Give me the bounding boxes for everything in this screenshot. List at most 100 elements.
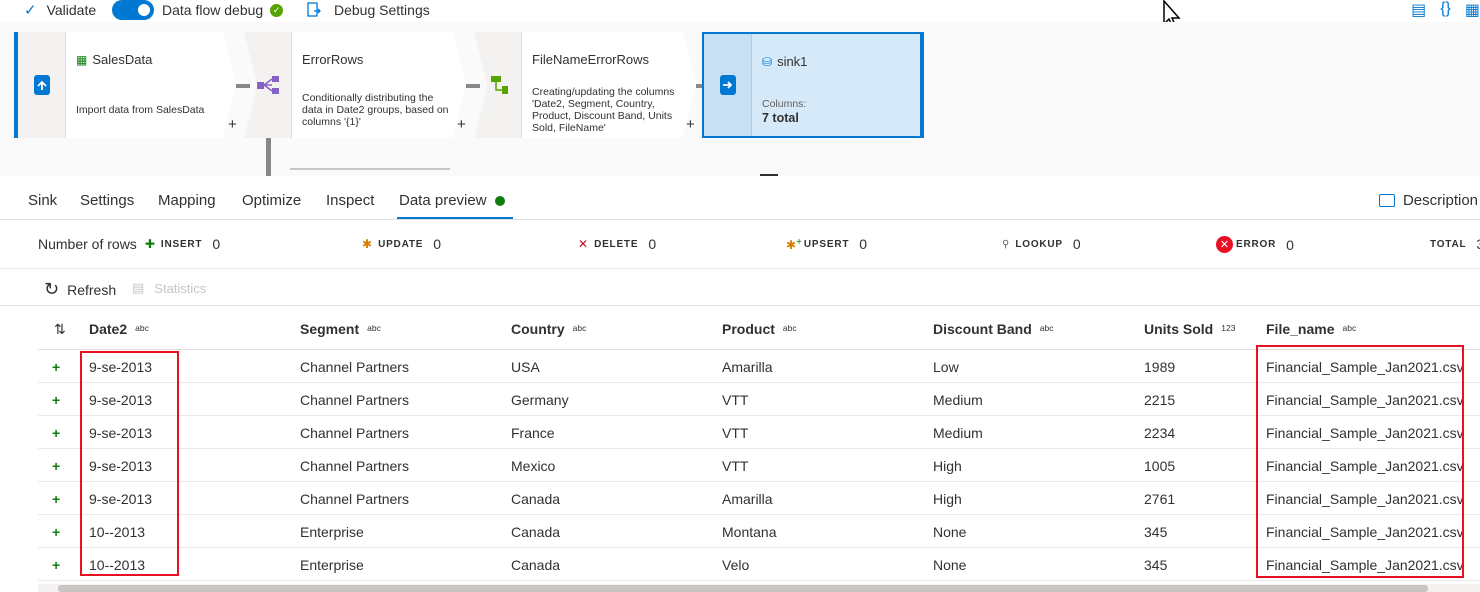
insert-marker-icon: + bbox=[52, 557, 61, 573]
node-description: Creating/updating the columns 'Date2, Se… bbox=[532, 86, 675, 134]
debug-toggle[interactable] bbox=[112, 0, 154, 20]
stats-lookup: ⚲ LOOKUP 0 bbox=[1002, 236, 1081, 252]
description-button[interactable]: Description bbox=[1378, 192, 1478, 209]
debug-settings-button[interactable]: Debug Settings bbox=[306, 0, 430, 20]
preview-actions: ↻ Refresh ▤ Statistics bbox=[0, 268, 1480, 306]
node-title: FileNameErrorRows bbox=[532, 52, 650, 67]
column-header[interactable]: Units Sold 123 bbox=[1144, 321, 1235, 337]
connector-line bbox=[236, 84, 250, 88]
columns-label: Columns: bbox=[762, 98, 807, 110]
node-description: Import data from SalesData bbox=[76, 104, 205, 116]
sink-icon-panel bbox=[704, 34, 752, 136]
active-tab-indicator bbox=[397, 217, 513, 219]
delete-icon: ✕ bbox=[578, 237, 589, 251]
columns-value: 7 total bbox=[762, 111, 799, 125]
table-cell: 1005 bbox=[1144, 458, 1176, 474]
top-toolbar: ✓ Validate Data flow debug ✓ Debug Setti… bbox=[0, 0, 1480, 29]
node-errorrows[interactable]: ErrorRows Conditionally distributing the… bbox=[244, 32, 466, 138]
tab-optimize[interactable]: Optimize bbox=[242, 192, 301, 209]
node-description: Conditionally distributing the data in D… bbox=[302, 92, 449, 128]
stats-delete: ✕ DELETE 0 bbox=[578, 236, 657, 252]
highlight-box-file-name bbox=[1256, 345, 1464, 578]
table-cell: 345 bbox=[1144, 524, 1168, 540]
pipeline-canvas[interactable]: ▦ SalesData Import data from SalesData +… bbox=[0, 22, 1480, 176]
column-header[interactable]: Country abc bbox=[511, 321, 586, 337]
update-icon: ✱ bbox=[362, 237, 373, 251]
table-cell: Canada bbox=[511, 524, 561, 540]
statistics-icon: ▤ bbox=[132, 280, 145, 295]
next-node-edge bbox=[290, 168, 450, 170]
script-icon[interactable]: ▤ bbox=[1411, 0, 1426, 20]
table-cell: 2215 bbox=[1144, 392, 1176, 408]
grid-header: ⇅ Date2 abc Segment abc Country abc Product… bbox=[38, 306, 1480, 350]
row-stats: Number of rows ✚ INSERT 0 ✱ UPDATE 0 ✕ D… bbox=[0, 221, 1480, 267]
stats-update: ✱ UPDATE 0 bbox=[362, 236, 442, 252]
add-transform-button[interactable]: + bbox=[686, 116, 695, 133]
node-sink1[interactable]: ⛁ sink1 Columns: 7 total bbox=[702, 32, 924, 138]
horizontal-scrollbar[interactable] bbox=[38, 584, 1480, 592]
table-cell: Germany bbox=[511, 392, 569, 408]
column-header[interactable]: Discount Band abc bbox=[933, 321, 1054, 337]
node-salesdata[interactable]: ▦ SalesData Import data from SalesData bbox=[14, 32, 236, 138]
status-dot-icon bbox=[494, 196, 505, 207]
stats-insert: Number of rows ✚ INSERT 0 bbox=[38, 236, 221, 252]
insert-icon: ✚ bbox=[144, 237, 155, 251]
table-cell: Channel Partners bbox=[300, 392, 409, 408]
sink-icon bbox=[719, 75, 736, 95]
debug-toggle-label: Data flow debug bbox=[162, 2, 264, 18]
table-cell: Montana bbox=[722, 524, 777, 540]
comment-icon bbox=[1378, 194, 1395, 207]
validate-button[interactable]: ✓ Validate bbox=[24, 0, 96, 20]
scrollbar-thumb[interactable] bbox=[58, 585, 1428, 592]
tab-mapping[interactable]: Mapping bbox=[158, 192, 216, 209]
table-cell: Channel Partners bbox=[300, 491, 409, 507]
code-icon[interactable]: {} bbox=[1440, 0, 1451, 20]
column-header[interactable]: File_name abc bbox=[1266, 321, 1356, 337]
column-header[interactable]: Date2 abc bbox=[89, 321, 149, 337]
column-header[interactable]: Segment abc bbox=[300, 321, 381, 337]
debug-settings-icon bbox=[307, 2, 321, 17]
insert-marker-icon: + bbox=[52, 359, 61, 375]
tab-sink[interactable]: Sink bbox=[28, 192, 57, 209]
table-cell: 2761 bbox=[1144, 491, 1176, 507]
statistics-button[interactable]: ▤ Statistics bbox=[132, 280, 206, 296]
table-cell: Low bbox=[933, 359, 959, 375]
table-cell: Mexico bbox=[511, 458, 556, 474]
table-cell: Enterprise bbox=[300, 557, 364, 573]
source-icon bbox=[33, 75, 50, 95]
node-filenameerrorrows[interactable]: FileNameErrorRows Creating/updating the … bbox=[474, 32, 696, 138]
sort-icon[interactable]: ⇅ bbox=[54, 321, 66, 338]
panel-resize-handle[interactable] bbox=[760, 174, 778, 176]
connector-line bbox=[466, 84, 480, 88]
node-title: ⛁ sink1 bbox=[762, 54, 808, 69]
lookup-icon: ⚲ bbox=[1002, 238, 1010, 250]
source-icon-panel bbox=[18, 32, 66, 138]
table-cell: France bbox=[511, 425, 555, 441]
checkmark-icon: ✓ bbox=[24, 2, 37, 19]
column-header[interactable]: Product abc bbox=[722, 321, 797, 337]
table-cell: Canada bbox=[511, 491, 561, 507]
refresh-button[interactable]: ↻ Refresh bbox=[44, 279, 116, 300]
table-cell: Amarilla bbox=[722, 491, 773, 507]
properties-icon[interactable]: ▦ bbox=[1465, 0, 1480, 20]
table-cell: USA bbox=[511, 359, 540, 375]
node-title: ErrorRows bbox=[302, 52, 364, 67]
node-title: ▦ SalesData bbox=[76, 52, 153, 67]
derived-column-icon bbox=[490, 76, 508, 94]
database-icon: ⛁ bbox=[762, 54, 773, 69]
data-flow-debug: Data flow debug ✓ bbox=[112, 0, 284, 20]
table-cell: VTT bbox=[722, 458, 749, 474]
table-cell: Channel Partners bbox=[300, 458, 409, 474]
stats-upsert: ✱+ UPSERT 0 bbox=[786, 236, 868, 252]
insert-marker-icon: + bbox=[52, 458, 61, 474]
add-transform-button[interactable]: + bbox=[228, 116, 237, 133]
conditional-split-icon bbox=[256, 76, 279, 94]
refresh-icon: ↻ bbox=[44, 279, 60, 299]
add-transform-button[interactable]: + bbox=[457, 116, 466, 133]
table-cell: 1989 bbox=[1144, 359, 1176, 375]
tab-data-preview[interactable]: Data preview bbox=[399, 192, 505, 209]
stats-title: Number of rows bbox=[38, 236, 137, 252]
tab-bar: Sink Settings Mapping Optimize Inspect D… bbox=[0, 178, 1480, 220]
tab-settings[interactable]: Settings bbox=[80, 192, 134, 209]
tab-inspect[interactable]: Inspect bbox=[326, 192, 374, 209]
